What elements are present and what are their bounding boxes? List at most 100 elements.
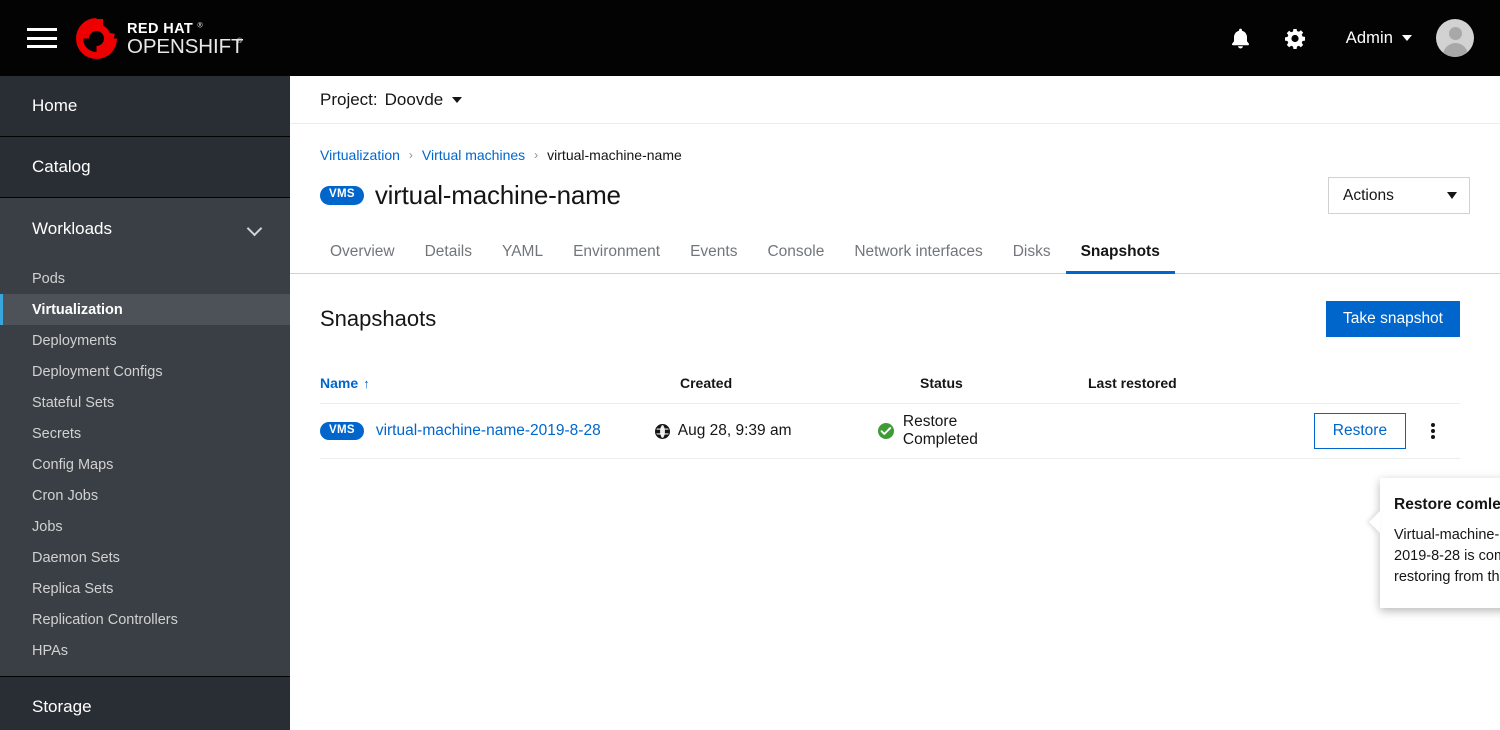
chevron-down-icon bbox=[248, 222, 262, 236]
sidebar-item-secrets[interactable]: Secrets bbox=[0, 418, 290, 449]
sidebar-item-label: HPAs bbox=[32, 642, 68, 659]
sidebar-item-home[interactable]: Home bbox=[0, 76, 290, 137]
sidebar-item-cron-jobs[interactable]: Cron Jobs bbox=[0, 480, 290, 511]
tab-bar: Overview Details YAML Environment Events… bbox=[290, 234, 1500, 274]
sidebar-item-config-maps[interactable]: Config Maps bbox=[0, 449, 290, 480]
sidebar-item-deployments[interactable]: Deployments bbox=[0, 325, 290, 356]
project-label: Project: bbox=[320, 89, 378, 109]
user-menu[interactable]: Admin bbox=[1346, 29, 1412, 48]
sidebar-item-hpas[interactable]: HPAs bbox=[0, 635, 290, 666]
resource-type-badge: VMS bbox=[320, 186, 364, 205]
page-title: virtual-machine-name bbox=[374, 180, 621, 210]
section-header: Snapshaots Take snapshot bbox=[320, 274, 1460, 337]
popover-title: Restore comleted bbox=[1394, 496, 1500, 513]
breadcrumb-item-virtualization[interactable]: Virtualization bbox=[320, 147, 400, 163]
globe-icon bbox=[654, 423, 670, 439]
masthead-toolbar: Admin bbox=[1219, 0, 1500, 76]
tab-label: Overview bbox=[330, 243, 395, 260]
sidebar-item-label: Replication Controllers bbox=[32, 611, 178, 628]
column-header-status: Status bbox=[920, 375, 963, 391]
restore-button[interactable]: Restore bbox=[1313, 413, 1407, 449]
tab-label: Environment bbox=[573, 243, 661, 260]
resource-type-badge: VMS bbox=[320, 421, 364, 441]
tab-events[interactable]: Events bbox=[675, 243, 752, 273]
breadcrumb: Virtualization › Virtual machines › virt… bbox=[290, 124, 1500, 163]
user-menu-label: Admin bbox=[1345, 28, 1393, 47]
actions-dropdown-label: Actions bbox=[1343, 186, 1394, 204]
hamburger-icon[interactable] bbox=[27, 25, 57, 51]
breadcrumb-separator-icon: › bbox=[534, 148, 539, 162]
sidebar-item-pods[interactable]: Pods bbox=[0, 263, 290, 294]
breadcrumb-item-virtual-machines[interactable]: Virtual machines bbox=[422, 147, 525, 163]
main-content: Project: Doovde Virtualization › Virtual… bbox=[290, 76, 1500, 730]
bell-icon[interactable] bbox=[1219, 16, 1263, 60]
column-header-label: Name bbox=[320, 375, 359, 391]
svg-text:®: ® bbox=[198, 22, 204, 30]
sidebar-item-label: Stateful Sets bbox=[32, 394, 115, 411]
sidebar-item-label: Deployments bbox=[32, 332, 117, 349]
avatar[interactable] bbox=[1436, 19, 1474, 57]
sidebar-item-deployment-configs[interactable]: Deployment Configs bbox=[0, 356, 290, 387]
sidebar-nav: Home Catalog Workloads Pods Virtualizati… bbox=[0, 76, 290, 730]
project-value: Doovde bbox=[384, 89, 444, 109]
sidebar-item-stateful-sets[interactable]: Stateful Sets bbox=[0, 387, 290, 418]
breadcrumb-item-current: virtual-machine-name bbox=[547, 147, 682, 163]
tab-snapshots[interactable]: Snapshots bbox=[1065, 243, 1176, 274]
sidebar-section-workloads: Workloads Pods Virtualization Deployment… bbox=[0, 198, 290, 676]
sidebar-item-label: Catalog bbox=[32, 157, 91, 176]
snapshots-panel: Snapshaots Take snapshot Name ↑ Created … bbox=[290, 274, 1500, 459]
tab-console[interactable]: Console bbox=[752, 243, 839, 273]
tab-overview[interactable]: Overview bbox=[320, 243, 410, 273]
project-selector[interactable]: Project: Doovde bbox=[320, 89, 463, 110]
avatar-head bbox=[1448, 27, 1462, 40]
svg-text:®: ® bbox=[237, 37, 243, 45]
sidebar-item-replication-controllers[interactable]: Replication Controllers bbox=[0, 604, 290, 635]
redhat-openshift-logo[interactable]: RED HAT ® OPENSHIFT ® bbox=[75, 13, 247, 63]
tab-label: Network interfaces bbox=[854, 243, 983, 260]
kebab-menu-icon[interactable] bbox=[1406, 421, 1460, 441]
caret-down-icon bbox=[1447, 192, 1457, 199]
created-timestamp: Aug 28, 9:39 am bbox=[677, 422, 792, 439]
sidebar-item-label: Home bbox=[32, 96, 78, 115]
avatar-body bbox=[1442, 43, 1468, 57]
section-title: Snapshaots bbox=[320, 306, 437, 331]
gear-icon[interactable] bbox=[1274, 16, 1318, 60]
sidebar-item-label: Replica Sets bbox=[32, 580, 114, 597]
kebab-dot bbox=[1431, 435, 1436, 439]
sidebar-item-label: Deployment Configs bbox=[32, 363, 163, 380]
sidebar-item-virtualization[interactable]: Virtualization bbox=[0, 294, 290, 325]
sidebar-item-replica-sets[interactable]: Replica Sets bbox=[0, 573, 290, 604]
tab-environment[interactable]: Environment bbox=[558, 243, 675, 273]
sort-by-name-button[interactable]: Name ↑ bbox=[320, 375, 680, 391]
table-header-row: Name ↑ Created Status Last restored bbox=[320, 375, 1460, 403]
sidebar-group-label: Storage bbox=[32, 697, 92, 716]
sidebar-item-daemon-sets[interactable]: Daemon Sets bbox=[0, 542, 290, 573]
tab-details[interactable]: Details bbox=[410, 243, 487, 273]
sort-ascending-icon: ↑ bbox=[363, 375, 370, 391]
popover-body: Virtual-machine-name 2019-8-28 is comple… bbox=[1394, 527, 1500, 585]
table-row: VMS virtual-machine-name-2019-8-28 Aug 2… bbox=[320, 403, 1460, 459]
tab-disks[interactable]: Disks bbox=[998, 243, 1066, 273]
kebab-dot bbox=[1431, 429, 1436, 433]
tab-yaml[interactable]: YAML bbox=[487, 243, 558, 273]
sidebar-item-catalog[interactable]: Catalog bbox=[0, 137, 290, 198]
sidebar-group-label: Workloads bbox=[32, 218, 112, 238]
sidebar-group-storage[interactable]: Storage bbox=[0, 676, 290, 730]
sidebar-item-jobs[interactable]: Jobs bbox=[0, 511, 290, 542]
tab-network-interfaces[interactable]: Network interfaces bbox=[839, 243, 997, 273]
status-label: Restore Completed bbox=[902, 413, 978, 448]
tab-label: Details bbox=[424, 243, 472, 260]
sidebar-item-label: Config Maps bbox=[32, 456, 114, 473]
check-circle-icon bbox=[877, 423, 894, 439]
popover-arrow bbox=[1369, 511, 1380, 533]
snapshot-name-link[interactable]: virtual-machine-name-2019-8-28 bbox=[376, 422, 601, 440]
take-snapshot-button[interactable]: Take snapshot bbox=[1326, 301, 1460, 337]
sidebar-group-workloads[interactable]: Workloads bbox=[0, 198, 290, 259]
cell-created: Aug 28, 9:39 am bbox=[654, 422, 878, 440]
sidebar-item-label: Cron Jobs bbox=[32, 487, 99, 504]
tab-label: Events bbox=[690, 243, 738, 260]
kebab-dot bbox=[1431, 423, 1436, 427]
cell-name: VMS virtual-machine-name-2019-8-28 bbox=[320, 421, 655, 441]
actions-dropdown[interactable]: Actions bbox=[1328, 177, 1470, 214]
project-bar: Project: Doovde bbox=[290, 76, 1500, 124]
